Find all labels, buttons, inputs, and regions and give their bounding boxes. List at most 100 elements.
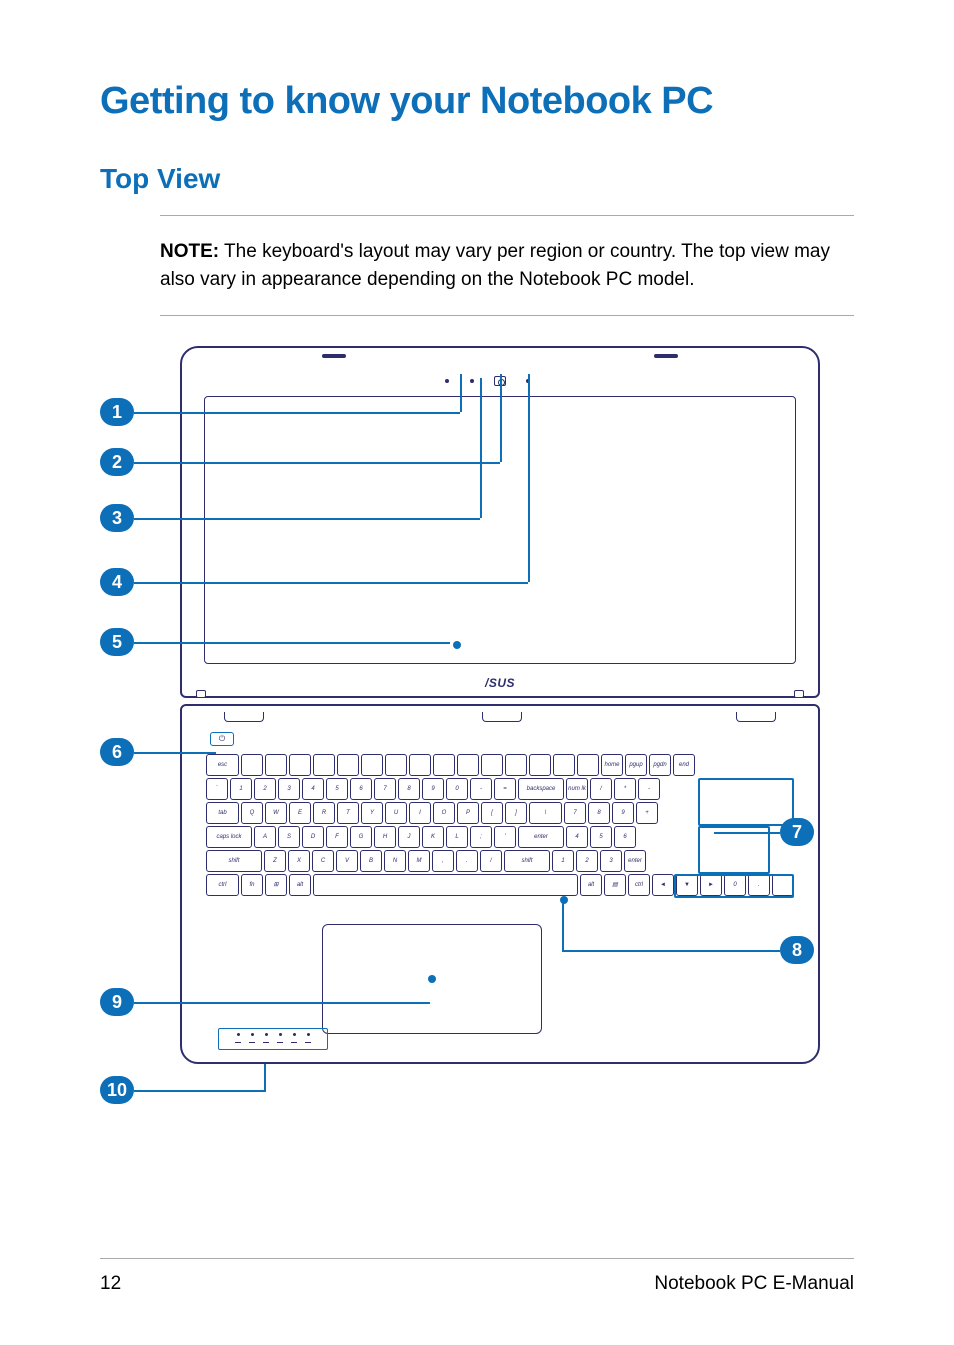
key: P: [457, 802, 479, 824]
key: O: [433, 802, 455, 824]
key: M: [408, 850, 430, 872]
key: /: [480, 850, 502, 872]
key: backspace: [518, 778, 564, 800]
microphone-left-icon: [445, 379, 449, 383]
key: [577, 754, 599, 776]
key: 9: [612, 802, 634, 824]
key: 3: [600, 850, 622, 872]
key: -: [470, 778, 492, 800]
key: [772, 874, 794, 896]
key: .: [748, 874, 770, 896]
key: 5: [326, 778, 348, 800]
note-box: NOTE: The keyboard's layout may vary per…: [160, 215, 854, 316]
key: ⊞: [265, 874, 287, 896]
key-spacebar: [313, 874, 578, 896]
key: ◄: [652, 874, 674, 896]
key: =: [494, 778, 516, 800]
touchpad-marker: [428, 975, 436, 983]
key: C: [312, 850, 334, 872]
touchpad: [322, 924, 542, 1034]
key: `: [206, 778, 228, 800]
key: 2: [254, 778, 276, 800]
key: /: [590, 778, 612, 800]
callout-2: 2: [100, 448, 134, 476]
key: shift: [504, 850, 550, 872]
callout-6: 6: [100, 738, 134, 766]
key: ctrl: [628, 874, 650, 896]
key: +: [636, 802, 658, 824]
key: alt: [289, 874, 311, 896]
key: [241, 754, 263, 776]
key: tab: [206, 802, 239, 824]
section-title: Top View: [100, 163, 854, 195]
key: A: [254, 826, 276, 848]
doc-title: Notebook PC E-Manual: [654, 1273, 854, 1295]
key: enter: [518, 826, 564, 848]
key: pgup: [625, 754, 647, 776]
key: J: [398, 826, 420, 848]
callout-10: 10: [100, 1076, 134, 1104]
key: ►: [700, 874, 722, 896]
key: 3: [278, 778, 300, 800]
key: 7: [374, 778, 396, 800]
key: 4: [302, 778, 324, 800]
key: 8: [398, 778, 420, 800]
key: [: [481, 802, 503, 824]
key: 4: [566, 826, 588, 848]
keyboard-deck: ⏻ esc: [180, 704, 820, 1064]
key: caps lock: [206, 826, 252, 848]
page-title: Getting to know your Notebook PC: [100, 80, 854, 123]
note-label: NOTE:: [160, 241, 219, 262]
callout-4: 4: [100, 568, 134, 596]
key: esc: [206, 754, 239, 776]
key: K: [422, 826, 444, 848]
key: .: [456, 850, 478, 872]
key: [313, 754, 335, 776]
key: I: [409, 802, 431, 824]
page-footer: 12 Notebook PC E-Manual: [100, 1258, 854, 1295]
key: [385, 754, 407, 776]
key: X: [288, 850, 310, 872]
key: U: [385, 802, 407, 824]
key: Z: [264, 850, 286, 872]
key: *: [614, 778, 636, 800]
key: [505, 754, 527, 776]
callout-7: 7: [780, 818, 814, 846]
note-text: The keyboard's layout may vary per regio…: [160, 241, 830, 290]
key: enter: [624, 850, 646, 872]
key: [529, 754, 551, 776]
key: 5: [590, 826, 612, 848]
callout-1: 1: [100, 398, 134, 426]
key: B: [360, 850, 382, 872]
key: alt: [580, 874, 602, 896]
key: ': [494, 826, 516, 848]
key: 0: [446, 778, 468, 800]
key: ,: [432, 850, 454, 872]
key: fn: [241, 874, 263, 896]
key: V: [336, 850, 358, 872]
status-indicators: [218, 1028, 328, 1050]
key: [361, 754, 383, 776]
key: [289, 754, 311, 776]
top-view-diagram: 1 2 3 4 5 6 9 10 7 8: [100, 346, 854, 1116]
key: E: [289, 802, 311, 824]
key: home: [601, 754, 623, 776]
key: 1: [552, 850, 574, 872]
camera-indicator-icon: [470, 379, 474, 383]
key: [265, 754, 287, 776]
display-marker: [453, 641, 461, 649]
key: 6: [350, 778, 372, 800]
key: [409, 754, 431, 776]
key: 7: [564, 802, 586, 824]
key: [433, 754, 455, 776]
key: R: [313, 802, 335, 824]
key: 1: [230, 778, 252, 800]
callout-5: 5: [100, 628, 134, 656]
key: W: [265, 802, 287, 824]
key: G: [350, 826, 372, 848]
key: Y: [361, 802, 383, 824]
key: ;: [470, 826, 492, 848]
key: 0: [724, 874, 746, 896]
key: [337, 754, 359, 776]
key: 6: [614, 826, 636, 848]
